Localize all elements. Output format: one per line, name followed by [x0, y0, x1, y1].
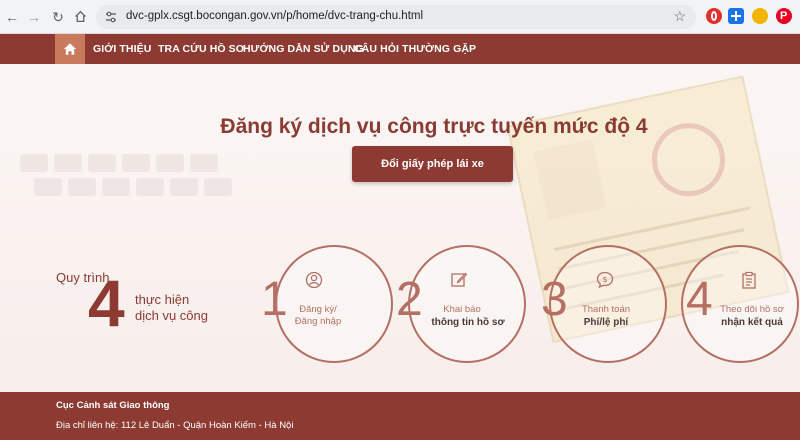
step-3-number: 3	[541, 273, 568, 326]
address-bar[interactable]: dvc-gplx.csgt.bocongan.gov.vn/p/home/dvc…	[96, 5, 696, 29]
home-browser-icon[interactable]	[70, 7, 90, 27]
puzzle-extension-icon[interactable]	[752, 8, 768, 24]
process-line-2: dịch vụ công	[135, 308, 208, 323]
step-3-line-1: Thanh toán	[581, 304, 631, 315]
user-icon	[305, 271, 323, 289]
step-1-number: 1	[261, 273, 288, 326]
site-info-icon[interactable]	[104, 10, 118, 24]
add-extension-icon[interactable]	[728, 8, 744, 24]
main-navigation: GIỚI THIỆU TRA CỨU HỒ SƠ HƯỚNG DẪN SỬ DỤ…	[0, 34, 800, 64]
footer-address: Địa chỉ liên hệ: 112 Lê Duẩn - Quận Hoàn…	[56, 420, 294, 431]
step-2-number: 2	[396, 273, 423, 326]
step-4-number: 4	[686, 273, 713, 326]
keyboard-background	[20, 154, 232, 196]
hero-section: Đăng ký dịch vụ công trực tuyến mức độ 4…	[0, 64, 800, 392]
footer-org-name: Cục Cảnh sát Giao thông	[56, 400, 170, 411]
site-footer: Cục Cảnh sát Giao thông Địa chỉ liên hệ:…	[0, 392, 800, 440]
step-3-line-2: Phí/lệ phí	[583, 317, 629, 328]
edit-icon	[451, 272, 468, 287]
forward-icon[interactable]: →	[24, 7, 44, 27]
step-4-line-1: Theo dõi hồ sơ	[720, 304, 784, 315]
step-2-line-2: thông tin hồ sơ	[431, 317, 505, 328]
home-nav-button[interactable]	[55, 34, 85, 64]
step-4-line-2: nhận kết quả	[721, 317, 783, 328]
step-2-line-1: Khai báo	[443, 304, 481, 315]
bookmark-star-icon[interactable]: ☆	[673, 8, 686, 25]
url-text: dvc-gplx.csgt.bocongan.gov.vn/p/home/dvc…	[126, 10, 424, 22]
nav-item-huong-dan-su-dung[interactable]: HƯỚNG DẪN SỬ DỤNG	[243, 34, 364, 64]
home-icon	[63, 43, 77, 55]
back-icon[interactable]: ←	[2, 7, 22, 27]
pinterest-extension-icon[interactable]: P	[776, 8, 792, 24]
process-count: 4	[88, 266, 125, 340]
nav-item-cau-hoi-thuong-gap[interactable]: CÂU HỎI THƯỜNG GẶP	[354, 34, 476, 64]
doi-giay-phep-lai-xe-button[interactable]: Đổi giấy phép lái xe	[352, 146, 513, 182]
step-1-line-1: Đăng ký/	[299, 304, 337, 315]
nav-item-tra-cuu-ho-so[interactable]: TRA CỨU HỒ SƠ	[158, 34, 245, 64]
step-1-line-2: Đăng nhập	[294, 316, 342, 327]
opera-extension-icon[interactable]	[706, 8, 722, 24]
nav-item-gioi-thieu[interactable]: GIỚI THIỆU	[93, 34, 151, 64]
hero-title: Đăng ký dịch vụ công trực tuyến mức độ 4	[220, 115, 648, 138]
browser-toolbar: ← → ↻ dvc-gplx.csgt.bocongan.gov.vn/p/ho…	[0, 0, 800, 34]
reload-icon[interactable]: ↻	[48, 7, 68, 27]
clipboard-icon	[742, 271, 756, 289]
process-line-1: thực hiện	[135, 292, 190, 307]
payment-icon: $	[596, 271, 614, 289]
svg-text:$: $	[602, 275, 607, 284]
